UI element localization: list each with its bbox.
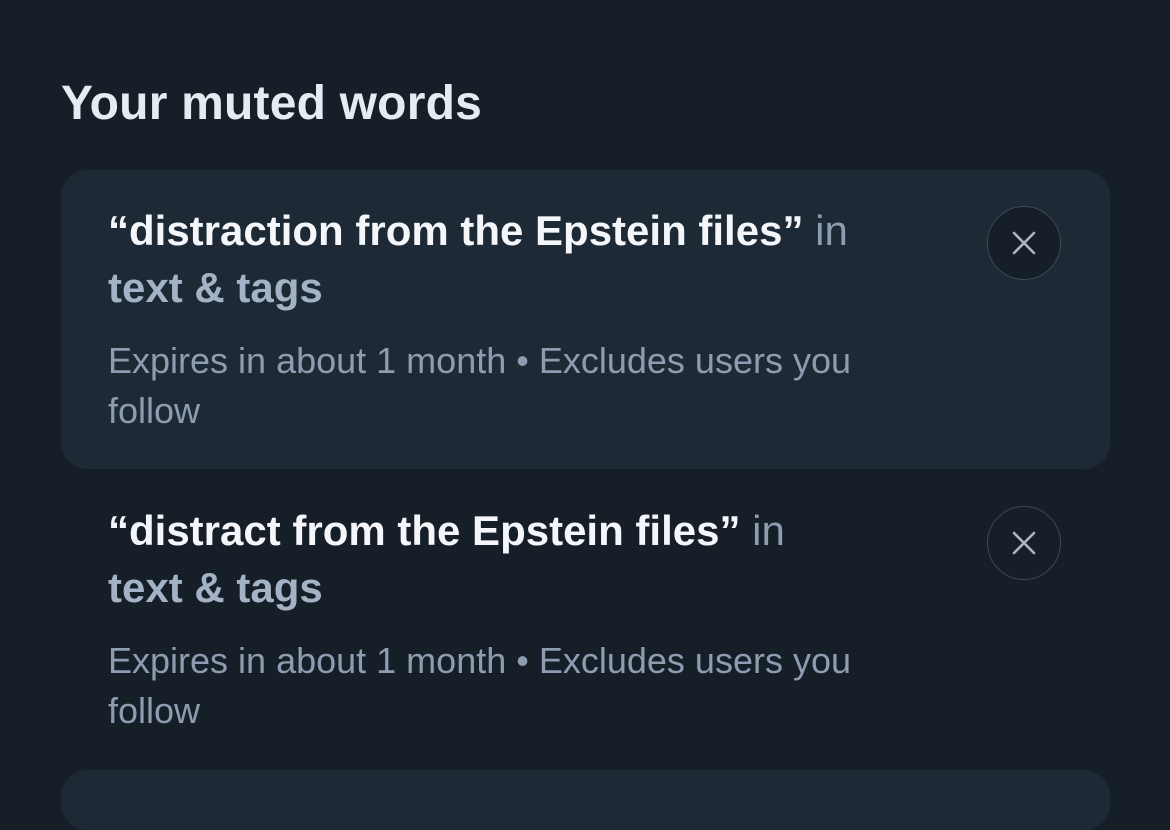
remove-muted-word-button[interactable]: [987, 506, 1061, 580]
remove-muted-word-button[interactable]: [987, 206, 1061, 280]
section-title: Your muted words: [61, 77, 482, 130]
muted-word-phrase-line: “distraction from the Epstein files” in t…: [108, 202, 938, 316]
muted-word-meta: Expires in about 1 month • Excludes user…: [108, 640, 851, 731]
muted-word-phrase: “distract from the Epstein files”: [108, 507, 741, 554]
muted-word-scope: text & tags: [108, 264, 323, 311]
muted-word-item: “distract from the Epstein files” in text…: [61, 470, 1110, 769]
muted-word-phrase-line: “distract from the Epstein files” in text…: [108, 502, 938, 616]
muted-word-item: “distraction from the Epstein files” in t…: [61, 170, 1110, 469]
close-icon: [1012, 531, 1036, 555]
muted-word-scope: text & tags: [108, 564, 323, 611]
muted-word-phrase: “distraction from the Epstein files”: [108, 207, 804, 254]
in-label: in: [815, 207, 848, 254]
muted-word-item-partial: [61, 770, 1110, 830]
in-label: in: [752, 507, 785, 554]
close-icon: [1012, 231, 1036, 255]
muted-word-meta: Expires in about 1 month • Excludes user…: [108, 340, 851, 431]
